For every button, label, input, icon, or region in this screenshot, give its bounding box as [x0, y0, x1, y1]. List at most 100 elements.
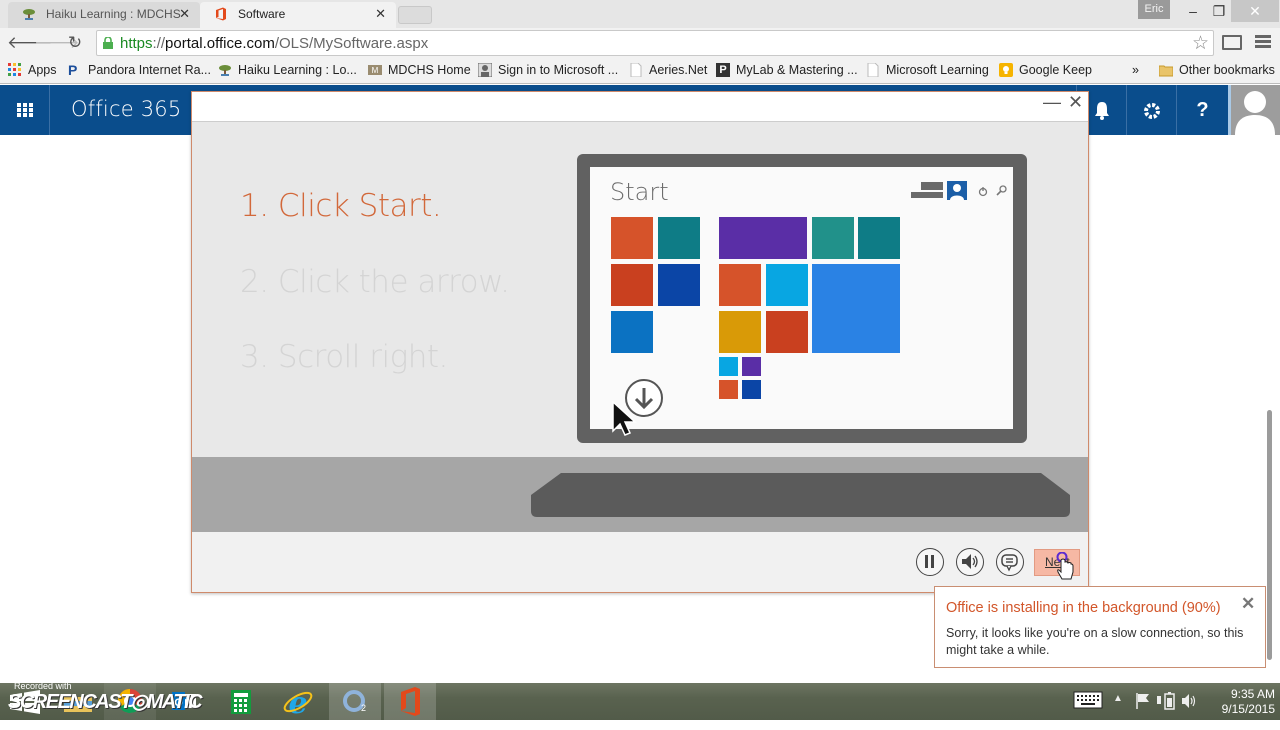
volume-tray-button[interactable]	[1180, 692, 1198, 729]
pause-button[interactable]	[916, 548, 944, 576]
taskbar-o2-app[interactable]: 2	[329, 683, 381, 720]
office-365-brand[interactable]: Office 365	[71, 97, 181, 121]
start-tile	[719, 311, 761, 353]
svg-text:e: e	[288, 686, 307, 720]
close-notification-button[interactable]: ✕	[1241, 594, 1255, 614]
clock-time: 9:35 AM	[1230, 687, 1275, 701]
tab-software[interactable]: Software ✕	[200, 2, 396, 28]
bonsai-icon	[23, 9, 35, 20]
taskbar-office[interactable]	[384, 683, 436, 720]
avatar-silhouette-icon	[1235, 91, 1275, 135]
app-launcher-button[interactable]	[0, 85, 50, 135]
other-bookmarks-folder[interactable]: Other bookmarks	[1159, 62, 1275, 78]
minimize-dialog-button[interactable]: —	[1043, 92, 1061, 113]
start-screen-title: Start	[610, 178, 669, 206]
waffle-icon	[17, 103, 33, 117]
office-icon	[401, 687, 420, 716]
install-progress-notification: Office is installing in the background (…	[934, 586, 1266, 668]
bookmark-haiku[interactable]: Haiku Learning : Lo...	[218, 62, 357, 78]
close-window-button[interactable]: ✕	[1231, 0, 1279, 22]
touch-keyboard-button[interactable]	[1073, 690, 1103, 727]
cast-icon[interactable]	[1222, 35, 1242, 50]
start-tile	[766, 264, 808, 306]
start-tile	[858, 217, 900, 259]
page-scrollbar[interactable]	[1267, 410, 1272, 660]
desk-illustration	[192, 457, 1088, 532]
page-icon	[867, 63, 879, 77]
show-hidden-icons-button[interactable]: ▲	[1113, 693, 1123, 730]
dialog-header: — ✕	[192, 92, 1088, 122]
bell-icon	[1094, 101, 1109, 120]
settings-button[interactable]	[1126, 85, 1176, 135]
instruction-animation: 1. Click Start. 2. Click the arrow. 3. S…	[192, 122, 1088, 532]
bookmarks-bar: Apps P Pandora Internet Ra... Haiku Lear…	[0, 58, 1280, 84]
install-instructions-dialog: — ✕ 1. Click Start. 2. Click the arrow. …	[191, 91, 1089, 593]
close-tab-icon[interactable]: ✕	[179, 2, 190, 26]
bookmark-mdchs-home[interactable]: M MDCHS Home	[368, 62, 471, 78]
internet-explorer-icon: e	[283, 686, 313, 721]
bookmark-star-icon[interactable]: ☆	[1192, 32, 1209, 55]
chevron-up-icon: ▲	[1113, 693, 1123, 704]
start-screen-illustration: Start	[590, 167, 1013, 429]
user-name-bar-icon	[921, 182, 943, 190]
taskbar-internet-explorer[interactable]: e	[272, 683, 324, 721]
browser-tab-strip: Haiku Learning : MDCHS E ✕ Software ✕ Er…	[0, 0, 1280, 45]
animation-controls: Next	[192, 532, 1088, 592]
captions-button[interactable]	[996, 548, 1024, 576]
bookmark-apps[interactable]: Apps	[8, 62, 57, 78]
bookmark-microsoft-learning[interactable]: Microsoft Learning	[866, 62, 989, 78]
screencast-o-matic-watermark: Recorded with SCREENCAST◎MATIC	[8, 681, 203, 713]
o2-app-icon: 2	[343, 690, 366, 713]
calculator-icon	[231, 690, 251, 714]
forward-button[interactable]: 🡒	[34, 32, 80, 54]
user-avatar[interactable]	[1228, 85, 1280, 135]
address-bar[interactable]: https://portal.office.com/OLS/MySoftware…	[96, 30, 1214, 56]
chrome-menu-icon[interactable]	[1255, 35, 1271, 49]
bookmark-sign-in-microsoft[interactable]: Sign in to Microsoft ...	[478, 62, 618, 78]
start-tile	[812, 264, 900, 353]
svg-text:M: M	[372, 66, 379, 75]
battery-plug-icon	[1157, 692, 1175, 710]
taskbar-calculator[interactable]	[215, 683, 267, 720]
close-dialog-button[interactable]: ✕	[1068, 92, 1083, 113]
notification-message: Sorry, it looks like you're on a slow co…	[946, 626, 1244, 657]
restore-window-button[interactable]: ❐	[1204, 0, 1234, 22]
bookmark-pandora[interactable]: P Pandora Internet Ra...	[68, 62, 211, 78]
pandora-icon: P	[68, 62, 78, 78]
notification-title: Office is installing in the background (…	[946, 600, 1221, 616]
start-tile	[719, 264, 761, 306]
svg-text:2: 2	[361, 703, 366, 713]
gear-icon	[1143, 102, 1160, 119]
bookmark-google-keep[interactable]: Google Keep	[999, 62, 1092, 78]
office-icon	[216, 7, 226, 21]
volume-button[interactable]	[956, 548, 984, 576]
lock-icon	[103, 37, 113, 49]
back-button[interactable]: 🡐	[7, 32, 53, 54]
bookmark-mylab[interactable]: P MyLab & Mastering ...	[716, 62, 858, 78]
tab-haiku-learning[interactable]: Haiku Learning : MDCHS E ✕	[8, 2, 200, 45]
new-tab-button[interactable]	[398, 6, 432, 24]
battery-button[interactable]	[1156, 691, 1176, 728]
url-text: https://portal.office.com/OLS/MySoftware…	[120, 35, 429, 52]
start-tile	[812, 217, 854, 259]
profile-button[interactable]: Eric	[1138, 0, 1170, 19]
action-center-button[interactable]	[1135, 692, 1151, 729]
help-button[interactable]: ?	[1176, 85, 1228, 135]
system-clock[interactable]: 9:35 AM 9/15/2015	[1205, 687, 1275, 717]
hand-pointer-cursor-icon	[1056, 552, 1074, 580]
start-tile	[742, 380, 761, 399]
reload-button[interactable]: ↻	[64, 32, 86, 54]
volume-icon	[962, 554, 978, 569]
bookmarks-overflow-button[interactable]: »	[1112, 62, 1139, 78]
close-tab-icon[interactable]: ✕	[375, 2, 386, 26]
flag-icon	[1136, 693, 1149, 709]
pause-icon	[925, 555, 934, 568]
bookmark-aeries[interactable]: Aeries.Net	[629, 62, 707, 78]
mdchs-icon: M	[368, 65, 382, 75]
apps-grid-icon	[8, 63, 21, 76]
person-icon	[478, 63, 492, 77]
start-tile	[658, 264, 700, 306]
page-icon	[630, 63, 642, 77]
keyboard-icon	[1073, 691, 1103, 709]
help-icon: ?	[1196, 99, 1209, 121]
